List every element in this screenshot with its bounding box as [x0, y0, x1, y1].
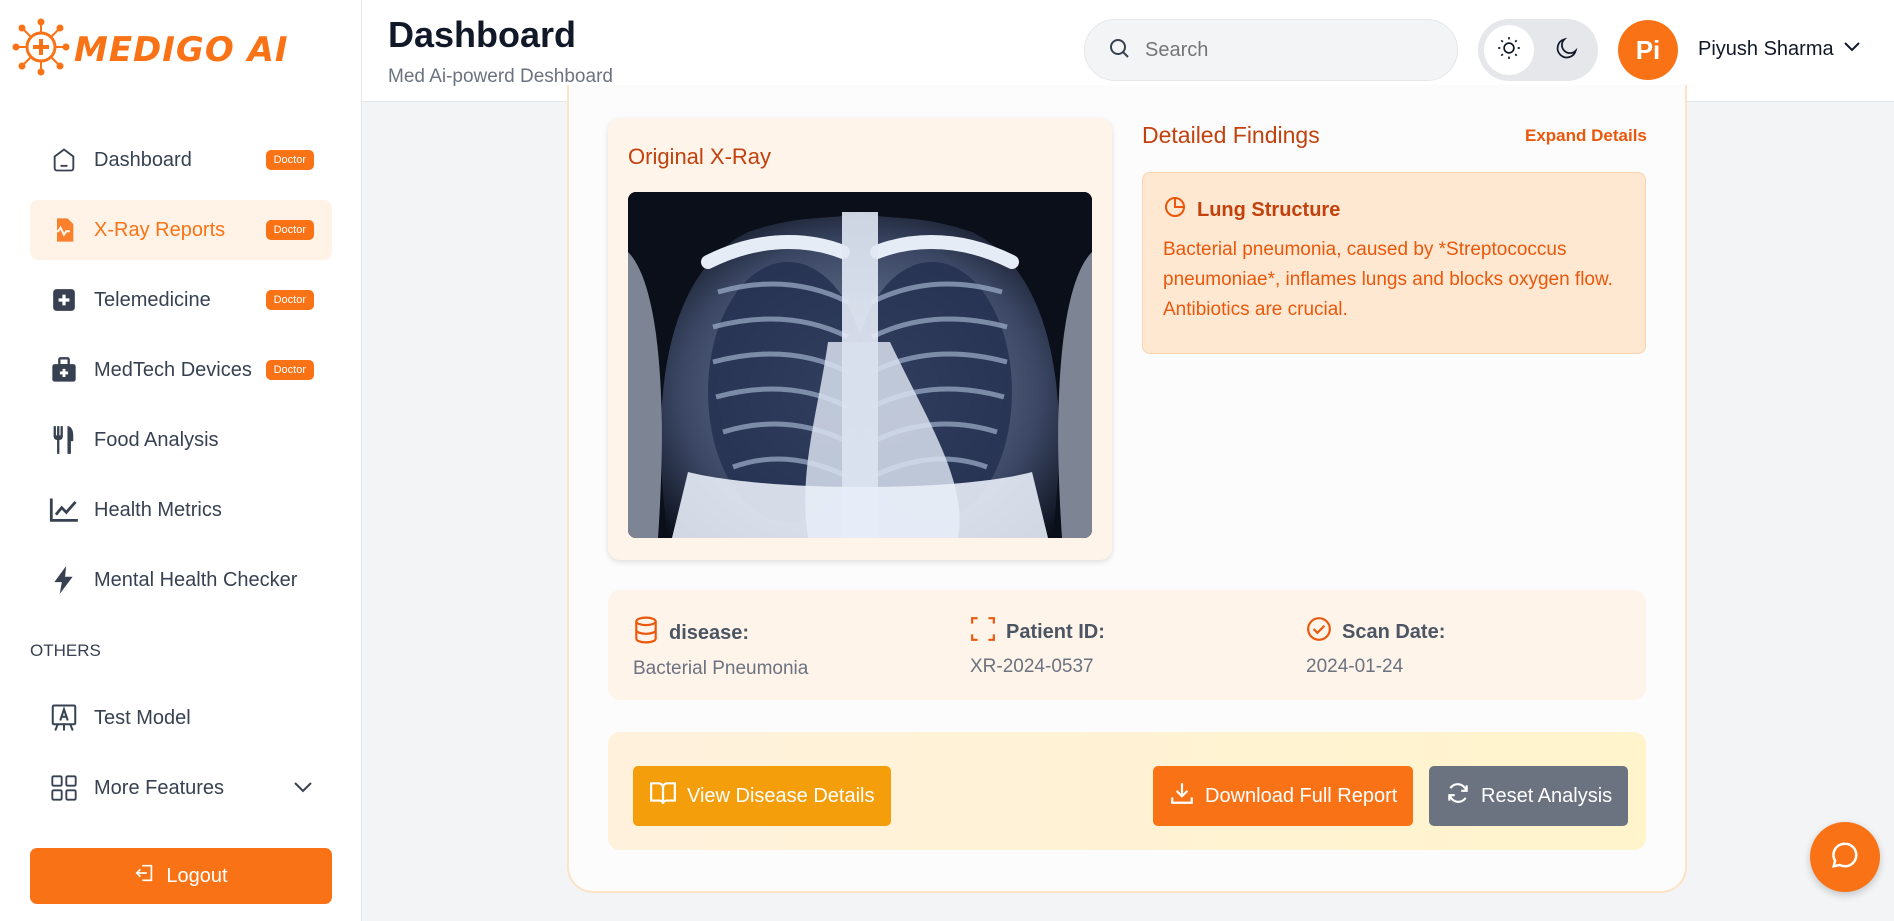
- check-circle-icon: [1306, 616, 1332, 648]
- sidebar-item-label: More Features: [94, 776, 225, 799]
- sidebar-others-nav: Test Model More Features: [30, 688, 332, 828]
- sidebar-item-label: Dashboard: [94, 148, 192, 171]
- doctor-badge: Doctor: [265, 360, 314, 380]
- chevron-down-icon[interactable]: [1842, 40, 1862, 59]
- disease-info: disease: Bacterial Pneumonia: [633, 616, 808, 680]
- logout-icon: [134, 862, 156, 890]
- user-name[interactable]: Piyush Sharma: [1698, 38, 1834, 61]
- avatar[interactable]: Pi: [1618, 20, 1678, 80]
- medical-circuit-icon: [12, 18, 70, 81]
- reset-analysis-button[interactable]: Reset Analysis: [1429, 766, 1629, 826]
- view-disease-details-label: View Disease Details: [687, 784, 875, 807]
- finding-header: Lung Structure: [1163, 195, 1340, 225]
- page-title: Dashboard: [388, 14, 577, 55]
- scan-date-header: Scan Date:: [1306, 616, 1445, 648]
- refresh-icon: [1445, 780, 1471, 812]
- medkit-icon: [48, 354, 80, 386]
- view-disease-details-button[interactable]: View Disease Details: [633, 766, 891, 826]
- search-bar[interactable]: [1084, 19, 1458, 81]
- disease-value: Bacterial Pneumonia: [633, 658, 809, 679]
- reset-analysis-label: Reset Analysis: [1481, 784, 1613, 807]
- chevron-down-icon[interactable]: [292, 777, 314, 800]
- scan-info-row: disease: Bacterial Pneumonia Patient ID:…: [608, 590, 1646, 700]
- sidebar-item-label: Test Model: [94, 706, 191, 729]
- chart-line-icon: [48, 494, 80, 526]
- microscope-icon: [48, 702, 80, 734]
- light-mode-button[interactable]: [1484, 25, 1534, 75]
- expand-details-link[interactable]: Expand Details: [1525, 126, 1647, 146]
- brand-logo[interactable]: MEDIGO AI: [12, 18, 289, 81]
- patient-info: Patient ID: XR-2024-0537: [970, 616, 1105, 678]
- book-open-icon: [649, 780, 677, 812]
- patient-id-value: XR-2024-0537: [970, 656, 1094, 677]
- dark-mode-button[interactable]: [1542, 25, 1592, 75]
- patient-id-label: Patient ID:: [1006, 620, 1105, 643]
- sidebar-nav: Dashboard Doctor X-Ray Reports Doctor Te…: [30, 130, 332, 620]
- doctor-badge: Doctor: [265, 150, 314, 170]
- sidebar-item-label: Mental Health Checker: [94, 568, 298, 591]
- doctor-badge: Doctor: [265, 290, 314, 310]
- logout-button[interactable]: Logout: [30, 848, 332, 904]
- database-icon: [633, 616, 659, 650]
- scan-frame-icon: [970, 616, 996, 648]
- chat-button[interactable]: [1810, 822, 1880, 892]
- sun-icon: [1496, 35, 1522, 66]
- finding-card: Lung Structure Bacterial pneumonia, caus…: [1142, 172, 1646, 354]
- pie-chart-icon: [1163, 195, 1187, 225]
- sidebar-item-label: Health Metrics: [94, 498, 222, 521]
- disease-label: disease:: [669, 621, 750, 644]
- sidebar-item-label: Telemedicine: [94, 288, 211, 311]
- sidebar-item-dashboard[interactable]: Dashboard Doctor: [30, 130, 332, 190]
- disease-header: disease:: [633, 616, 808, 650]
- download-report-button[interactable]: Download Full Report: [1153, 766, 1414, 826]
- scan-date-label: Scan Date:: [1342, 620, 1446, 643]
- xray-title: Original X-Ray: [628, 144, 772, 169]
- sidebar-item-label: X-Ray Reports: [94, 218, 226, 241]
- scan-date-value: 2024-01-24: [1306, 656, 1404, 677]
- sidebar-item-test-model[interactable]: Test Model: [30, 688, 332, 748]
- report-icon: [48, 214, 80, 246]
- sidebar-item-health-metrics[interactable]: Health Metrics: [30, 480, 332, 540]
- original-xray-panel: Original X-Ray: [608, 118, 1112, 560]
- sidebar: MEDIGO AI Dashboard Doctor X-Ray Reports…: [0, 0, 362, 921]
- sidebar-item-more-features[interactable]: More Features: [30, 758, 332, 818]
- doctor-badge: Doctor: [265, 220, 314, 240]
- action-bar: View Disease Details Download Full Repor…: [608, 732, 1646, 850]
- download-icon: [1169, 780, 1195, 812]
- xray-image: [628, 192, 1092, 538]
- search-input[interactable]: [1145, 38, 1425, 62]
- sidebar-item-medtech-devices[interactable]: MedTech Devices Doctor: [30, 340, 332, 400]
- utensils-icon: [48, 424, 80, 456]
- grid-icon: [48, 772, 80, 804]
- finding-description: Bacterial pneumonia, caused by *Streptoc…: [1163, 239, 1613, 320]
- medical-plus-icon: [48, 284, 80, 316]
- sidebar-item-label: Food Analysis: [94, 428, 219, 451]
- moon-icon: [1554, 35, 1580, 66]
- sidebar-item-food-analysis[interactable]: Food Analysis: [30, 410, 332, 470]
- download-report-label: Download Full Report: [1205, 784, 1398, 807]
- sidebar-item-label: MedTech Devices: [94, 358, 252, 381]
- bolt-icon: [48, 564, 80, 596]
- search-icon: [1107, 36, 1131, 65]
- findings-title: Detailed Findings: [1142, 122, 1320, 148]
- scan-date-info: Scan Date: 2024-01-24: [1306, 616, 1445, 678]
- patient-header: Patient ID:: [970, 616, 1105, 648]
- others-section-label: OTHERS: [30, 641, 101, 660]
- sidebar-item-telemedicine[interactable]: Telemedicine Doctor: [30, 270, 332, 330]
- finding-title: Lung Structure: [1197, 198, 1341, 221]
- chat-bubble-icon: [1830, 840, 1860, 875]
- sidebar-item-xray-reports[interactable]: X-Ray Reports Doctor: [30, 200, 332, 260]
- home-icon: [48, 144, 80, 176]
- theme-toggle[interactable]: [1478, 19, 1598, 81]
- brand-name: MEDIGO AI: [74, 29, 289, 70]
- logout-label: Logout: [166, 864, 228, 887]
- sidebar-item-mental-health-checker[interactable]: Mental Health Checker: [30, 550, 332, 610]
